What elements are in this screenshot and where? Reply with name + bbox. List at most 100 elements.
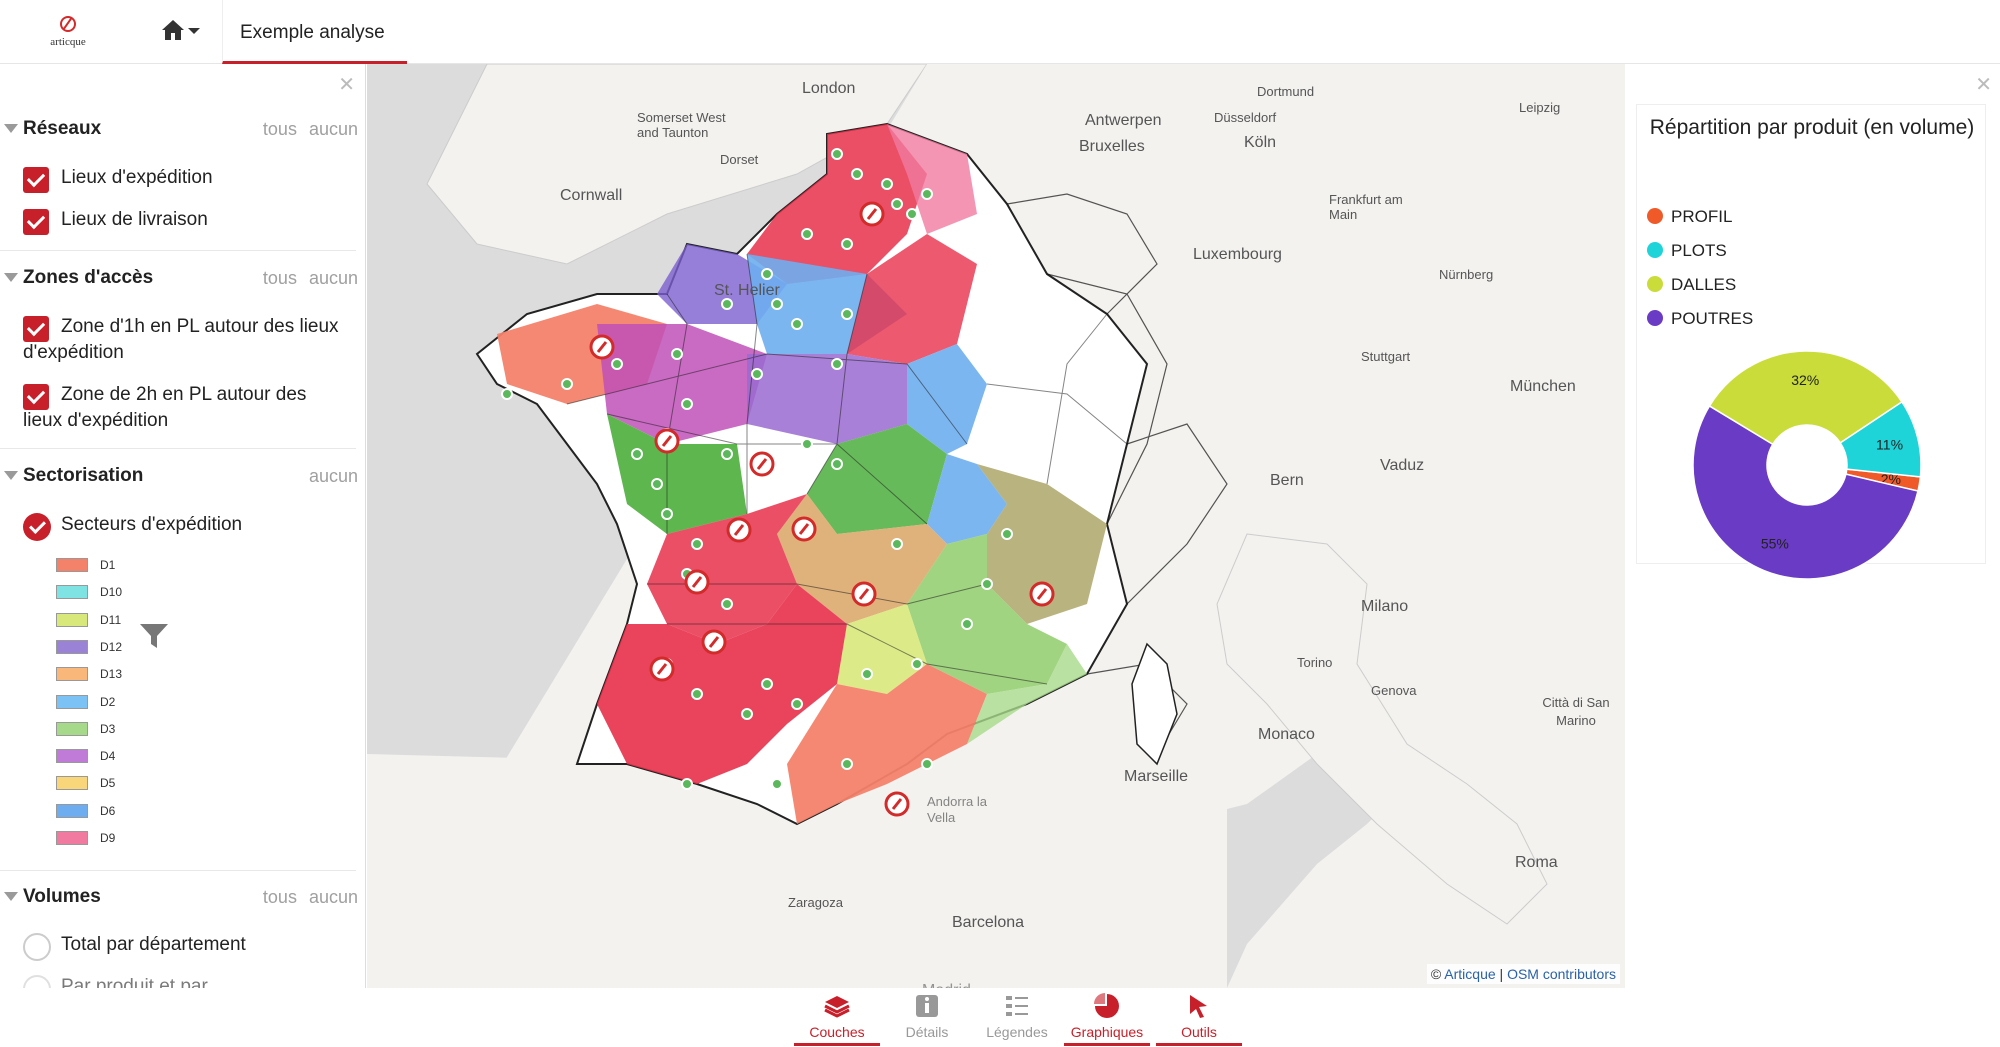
- collapse-triangle-icon[interactable]: [4, 273, 18, 282]
- section-header[interactable]: Zones d'accès tous aucun: [0, 261, 365, 295]
- section-title: Zones d'accès: [23, 267, 154, 288]
- select-none-link[interactable]: aucun: [309, 466, 358, 486]
- articque-logo[interactable]: articque: [38, 14, 98, 54]
- chart-legend-item[interactable]: DALLES: [1647, 273, 1947, 307]
- logo-mark-icon: [60, 16, 76, 32]
- tab-graphiques[interactable]: Graphiques: [1064, 992, 1150, 1046]
- tab-couches[interactable]: Couches: [794, 992, 880, 1046]
- map-place-label: Zaragoza: [788, 895, 843, 910]
- map-canvas[interactable]: [367, 64, 1625, 988]
- section-header[interactable]: Réseaux tous aucun: [0, 112, 365, 146]
- section-sectorisation: Sectorisation aucun: [0, 459, 365, 493]
- chart-legend-item[interactable]: PROFIL: [1647, 205, 1947, 239]
- tab-label: Détails: [905, 1024, 949, 1040]
- pie-value-label: 32%: [1791, 372, 1819, 388]
- select-all-link[interactable]: tous: [263, 119, 297, 139]
- legend-swatch: [56, 694, 88, 709]
- section-title: Sectorisation: [23, 465, 144, 486]
- map-place-label: Marseille: [1124, 768, 1189, 785]
- legend-swatch: [56, 803, 88, 818]
- legend-label: D3: [100, 721, 116, 736]
- chart-legend-item[interactable]: POUTRES: [1647, 307, 1947, 341]
- map-place-label: Somerset West and Taunton: [637, 110, 726, 140]
- map-view[interactable]: London Somerset West and Taunton Dorset Cor…: [367, 64, 1625, 988]
- map-place-label: Barcelona: [952, 914, 1025, 931]
- map-place-label: Luxembourg: [1193, 246, 1282, 263]
- legend-label: D4: [100, 749, 116, 764]
- chart-legend-item[interactable]: PLOTS: [1647, 239, 1947, 273]
- layer-label: Total par département: [61, 934, 246, 955]
- layer-item[interactable]: Zone d'1h en PL autour des lieux d'expéd…: [23, 314, 343, 366]
- radio-unchecked[interactable]: [23, 933, 51, 961]
- tab-outils[interactable]: Outils: [1156, 992, 1242, 1046]
- legend-label: POUTRES: [1671, 309, 1754, 328]
- map-place-label: Dorset: [720, 152, 759, 167]
- select-all-link[interactable]: tous: [263, 887, 297, 907]
- map-place-label: Genova: [1371, 683, 1417, 698]
- select-all-link[interactable]: tous: [263, 268, 297, 288]
- checkbox-checked[interactable]: [23, 316, 49, 342]
- map-place-label: Vaduz: [1380, 457, 1425, 474]
- layer-item[interactable]: Lieux de livraison: [23, 207, 343, 235]
- tab-analysis[interactable]: Exemple analyse: [222, 0, 407, 64]
- tab-label: Légendes: [986, 1024, 1048, 1040]
- collapse-triangle-icon[interactable]: [4, 471, 18, 480]
- layer-item[interactable]: Total par département: [23, 932, 343, 961]
- articque-link[interactable]: Articque: [1444, 966, 1495, 982]
- checkbox-checked[interactable]: [23, 167, 49, 193]
- radio-checked[interactable]: [23, 513, 51, 541]
- section-links: tous aucun: [251, 119, 358, 140]
- legend-swatch: [56, 558, 88, 572]
- tab-legendes[interactable]: Légendes: [974, 992, 1060, 1046]
- home-menu-button[interactable]: [158, 16, 204, 46]
- section-title: Volumes: [23, 886, 101, 907]
- section-volumes: Volumes tous aucun: [0, 880, 365, 914]
- legend-dot: [1647, 310, 1663, 326]
- map-place-label: London: [802, 80, 856, 97]
- osm-link[interactable]: OSM contributors: [1507, 966, 1616, 982]
- legend-swatch: [56, 831, 88, 845]
- legend-swatch: [56, 776, 88, 791]
- map-place-label: Antwerpen: [1085, 112, 1162, 129]
- pie-value-label: 11%: [1876, 437, 1903, 453]
- checkbox-checked[interactable]: [23, 209, 49, 235]
- map-place-label: St. Helier: [714, 282, 780, 299]
- layer-item[interactable]: Secteurs d'expédition: [23, 512, 343, 541]
- layer-item[interactable]: Zone de 2h en PL autour des lieux d'expé…: [23, 382, 343, 434]
- legend-label: PROFIL: [1671, 207, 1733, 226]
- tab-details[interactable]: Détails: [884, 992, 970, 1046]
- layer-label: Zone d'1h en PL autour des lieux d'expéd…: [23, 316, 339, 363]
- collapse-triangle-icon[interactable]: [4, 124, 18, 133]
- collapse-triangle-icon[interactable]: [4, 892, 18, 901]
- legend-label: D6: [100, 803, 116, 818]
- map-place-label: Bern: [1270, 472, 1304, 489]
- checkbox-checked[interactable]: [23, 384, 49, 410]
- layer-label: Zone de 2h en PL autour des lieux d'expé…: [23, 384, 307, 431]
- info-icon: [916, 995, 938, 1017]
- legend-swatch: [56, 749, 88, 764]
- select-none-link[interactable]: aucun: [309, 119, 358, 139]
- section-links: aucun: [297, 466, 358, 487]
- legend-label: D13: [100, 667, 123, 682]
- section-header[interactable]: Volumes tous aucun: [0, 880, 365, 914]
- close-icon[interactable]: ✕: [338, 72, 355, 97]
- close-icon[interactable]: ✕: [1975, 72, 1992, 97]
- legend-label: D2: [100, 694, 116, 709]
- layer-item[interactable]: Par produit et par...: [23, 974, 343, 988]
- section-header[interactable]: Sectorisation aucun: [0, 459, 365, 493]
- legend-swatch: [56, 612, 88, 627]
- filter-funnel-icon[interactable]: [138, 620, 170, 652]
- select-none-link[interactable]: aucun: [309, 268, 358, 288]
- select-none-link[interactable]: aucun: [309, 887, 358, 907]
- map-place-label: Leipzig: [1519, 100, 1561, 115]
- section-zones-acces: Zones d'accès tous aucun: [0, 261, 365, 295]
- pie-chart-card: Répartition par produit (en volume) PROF…: [1636, 104, 1986, 580]
- legend-label: D1: [100, 558, 116, 572]
- layer-item[interactable]: Lieux d'expédition: [23, 165, 343, 193]
- chart-legend: PROFIL PLOTS DALLES POUTRES: [1647, 205, 1947, 341]
- legend-swatch: [56, 721, 88, 736]
- pie-value-label: 55%: [1761, 536, 1789, 552]
- divider: [0, 448, 356, 449]
- map-place-label: Düsseldorf: [1214, 110, 1277, 125]
- map-place-label: Nürnberg: [1439, 267, 1494, 282]
